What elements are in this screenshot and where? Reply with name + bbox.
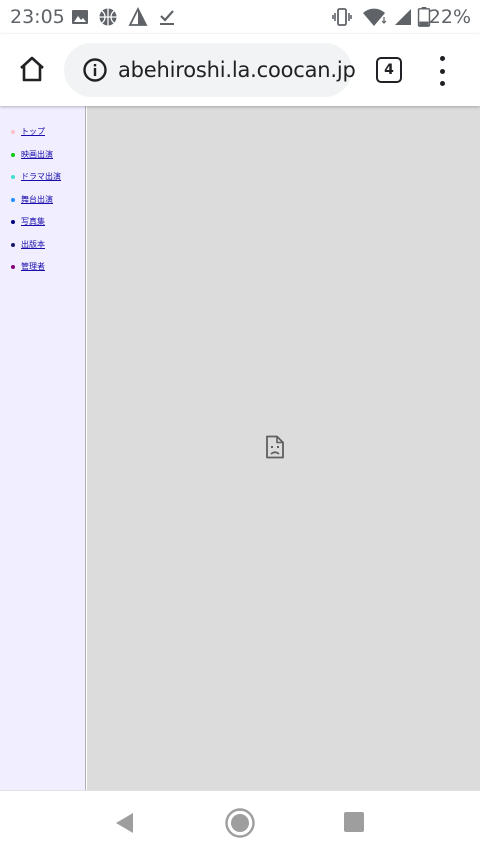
sidebar-nav: トップ 映画出演 ドラマ出演 舞台出演 写真集 出版本 管理者: [0, 106, 85, 283]
bullet-icon: [11, 265, 15, 269]
info-icon[interactable]: [82, 57, 108, 83]
main-frame: [87, 106, 480, 790]
cellular-signal-icon: [395, 9, 411, 25]
sidebar-item-stage: 舞台出演: [0, 193, 85, 216]
bullet-icon: [11, 130, 15, 134]
sidebar-item-movies: 映画出演: [0, 148, 85, 171]
sidebar-item-books: 出版本: [0, 238, 85, 261]
sidebar-link-photobooks[interactable]: 写真集: [21, 217, 45, 226]
sidebar-item-photobooks: 写真集: [0, 215, 85, 238]
more-menu-button[interactable]: [432, 56, 452, 86]
url-bar[interactable]: abehiroshi.la.coocan.jp: [64, 43, 356, 97]
page-content: トップ 映画出演 ドラマ出演 舞台出演 写真集 出版本 管理者: [0, 106, 480, 790]
download-done-icon: [160, 10, 174, 25]
sidebar-link-movies[interactable]: 映画出演: [21, 150, 53, 159]
signal-notification-icon: [128, 7, 148, 26]
menu-dot-icon: [439, 81, 445, 86]
sidebar-link-admin[interactable]: 管理者: [21, 262, 45, 271]
bullet-icon: [11, 197, 15, 202]
recent-apps-icon[interactable]: [344, 812, 364, 832]
tab-switcher-button[interactable]: 4: [376, 57, 402, 83]
system-navigation-bar: [0, 790, 480, 853]
bullet-icon: [11, 242, 15, 247]
sidebar-item-dramas: ドラマ出演: [0, 170, 85, 193]
battery-percent: 22%: [428, 6, 471, 28]
browser-toolbar: abehiroshi.la.coocan.jp 4: [0, 34, 480, 106]
sidebar-link-books[interactable]: 出版本: [21, 240, 45, 249]
image-icon: [72, 10, 88, 24]
home-nav-icon[interactable]: [224, 807, 256, 839]
back-icon[interactable]: [113, 811, 137, 835]
vibrate-icon: [332, 8, 352, 26]
bullet-icon: [11, 220, 15, 224]
broken-page-icon: [266, 435, 284, 459]
basketball-icon: [99, 8, 117, 26]
sidebar-frame: トップ 映画出演 ドラマ出演 舞台出演 写真集 出版本 管理者: [0, 106, 86, 790]
sidebar-link-stage[interactable]: 舞台出演: [21, 195, 53, 204]
home-button[interactable]: [14, 51, 50, 87]
sidebar-item-top: トップ: [0, 125, 85, 148]
home-icon: [20, 56, 44, 82]
status-time: 23:05: [10, 6, 65, 28]
wifi-icon: [363, 8, 387, 26]
url-text: abehiroshi.la.coocan.jp: [118, 58, 356, 82]
status-bar: 23:05 22%: [0, 0, 480, 34]
bullet-icon: [11, 175, 15, 179]
menu-dot-icon: [439, 68, 445, 74]
bullet-icon: [11, 152, 15, 157]
menu-dot-icon: [439, 56, 445, 61]
sidebar-item-admin: 管理者: [0, 260, 85, 283]
sidebar-link-dramas[interactable]: ドラマ出演: [21, 172, 61, 181]
sidebar-link-top[interactable]: トップ: [21, 127, 45, 136]
